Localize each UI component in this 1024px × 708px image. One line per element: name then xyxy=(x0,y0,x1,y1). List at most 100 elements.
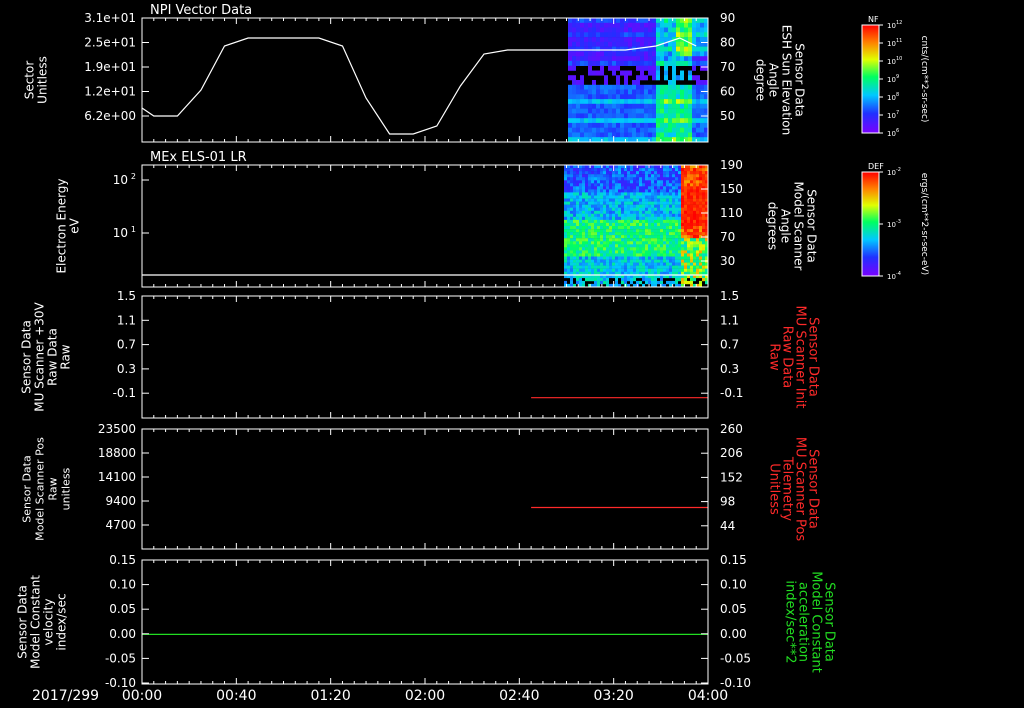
spectrogram-cell xyxy=(684,122,688,128)
spectrogram-cell xyxy=(678,204,681,208)
spectrogram-cell xyxy=(624,171,627,175)
spectrogram-cell xyxy=(700,103,704,109)
spectrogram-cell xyxy=(664,113,668,119)
spectrogram-cell xyxy=(651,195,654,199)
spectrogram-cell xyxy=(648,253,651,257)
spectrogram-cell xyxy=(633,277,636,282)
spectrogram-cell xyxy=(600,247,603,251)
spectrogram-cell xyxy=(656,75,660,81)
spectrogram-cell xyxy=(693,198,696,202)
spectrogram-cell xyxy=(663,198,666,202)
spectrogram-cell xyxy=(582,219,585,224)
spectrogram-cell xyxy=(696,37,700,43)
spectrogram-cell xyxy=(687,201,690,205)
spectrogram-cell xyxy=(666,204,669,208)
spectrogram-cell xyxy=(675,207,678,211)
spectrogram-cell xyxy=(699,216,702,221)
spectrogram-cell xyxy=(596,22,600,28)
spectrogram-cell xyxy=(660,22,664,28)
spectrogram-cell xyxy=(644,108,648,114)
spectrogram-cell xyxy=(597,180,600,184)
spectrogram-cell xyxy=(564,168,567,172)
spectrogram-cell xyxy=(678,250,681,254)
spectrogram-cell xyxy=(654,244,657,248)
spectrogram-cell xyxy=(609,253,612,257)
spectrogram-cell xyxy=(640,108,644,114)
spectrogram-cell xyxy=(660,177,663,181)
spectrogram-cell xyxy=(645,195,648,199)
spectrogram-cell xyxy=(582,259,585,263)
spectrogram-cell xyxy=(654,259,657,263)
spectrogram-cell xyxy=(624,27,628,33)
spectrogram-cell xyxy=(600,241,603,245)
spectrogram-cell xyxy=(606,210,609,215)
spectrogram-cell xyxy=(588,89,592,95)
spectrogram-cell xyxy=(696,201,699,205)
spectrogram-cell xyxy=(660,84,664,90)
spectrogram-cell xyxy=(681,183,684,187)
spectrogram-cell xyxy=(651,244,654,248)
spectrogram-cell xyxy=(603,226,606,230)
spectrogram-cell xyxy=(668,41,672,47)
spectrogram-cell xyxy=(639,265,642,269)
spectrogram-cell xyxy=(633,174,636,178)
spectrogram-cell xyxy=(576,168,579,172)
spectrogram-cell xyxy=(668,56,672,62)
spectrogram-cell xyxy=(693,216,696,221)
spectrogram-cell xyxy=(608,84,612,90)
spectrogram-cell xyxy=(660,213,663,218)
spectrogram-cell xyxy=(678,210,681,215)
left-axis-label: Sensor Data xyxy=(20,320,34,394)
spectrogram-cell xyxy=(612,51,616,57)
spectrogram-cell xyxy=(692,127,696,133)
spectrogram-cell xyxy=(693,235,696,239)
right-tick-label: 30 xyxy=(720,254,735,268)
spectrogram-cell xyxy=(642,189,645,193)
spectrogram-cell xyxy=(621,177,624,181)
spectrogram-cell xyxy=(612,250,615,254)
spectrogram-cell xyxy=(648,268,651,272)
spectrogram-cell xyxy=(618,216,621,221)
spectrogram-cell xyxy=(591,250,594,254)
spectrogram-cell xyxy=(669,265,672,269)
spectrogram-cell xyxy=(660,118,664,124)
spectrogram-cell xyxy=(616,99,620,105)
left-tick-label: 10 xyxy=(113,173,128,187)
spectrogram-cell xyxy=(675,226,678,230)
spectrogram-cell xyxy=(696,183,699,187)
spectrogram-cell xyxy=(645,250,648,254)
spectrogram-cell xyxy=(627,186,630,190)
left-axis-label: index/sec xyxy=(55,593,69,650)
spectrogram-cell xyxy=(693,210,696,215)
spectrogram-cell xyxy=(568,94,572,100)
spectrogram-cell xyxy=(684,27,688,33)
spectrogram-cell xyxy=(567,186,570,190)
spectrogram-cell xyxy=(632,94,636,100)
spectrogram-cell xyxy=(570,235,573,239)
spectrogram-cell xyxy=(624,244,627,248)
spectrogram-cell xyxy=(669,229,672,233)
spectrogram-cell xyxy=(624,247,627,251)
left-tick-label: 3.1e+01 xyxy=(84,11,136,25)
spectrogram-cell xyxy=(684,108,688,114)
spectrogram-cell xyxy=(651,168,654,172)
spectrogram-cell xyxy=(588,198,591,202)
spectrogram-cell xyxy=(564,262,567,266)
spectrogram-cell xyxy=(624,207,627,211)
spectrogram-cell xyxy=(573,250,576,254)
spectrogram-cell xyxy=(656,22,660,28)
spectrogram-cell xyxy=(642,262,645,266)
spectrogram-cell xyxy=(696,27,700,33)
spectrogram-cell xyxy=(702,198,705,202)
spectrogram-cell xyxy=(636,99,640,105)
spectrogram-cell xyxy=(630,180,633,184)
spectrogram-cell xyxy=(652,113,656,119)
spectrogram-cell xyxy=(568,84,572,90)
spectrogram-cell xyxy=(600,51,604,57)
spectrogram-cell xyxy=(568,122,572,128)
spectrogram-cell xyxy=(696,108,700,114)
spectrogram-cell xyxy=(603,222,606,227)
spectrogram-cell xyxy=(668,60,672,66)
spectrogram-cell xyxy=(672,259,675,263)
spectrogram-cell xyxy=(636,241,639,245)
